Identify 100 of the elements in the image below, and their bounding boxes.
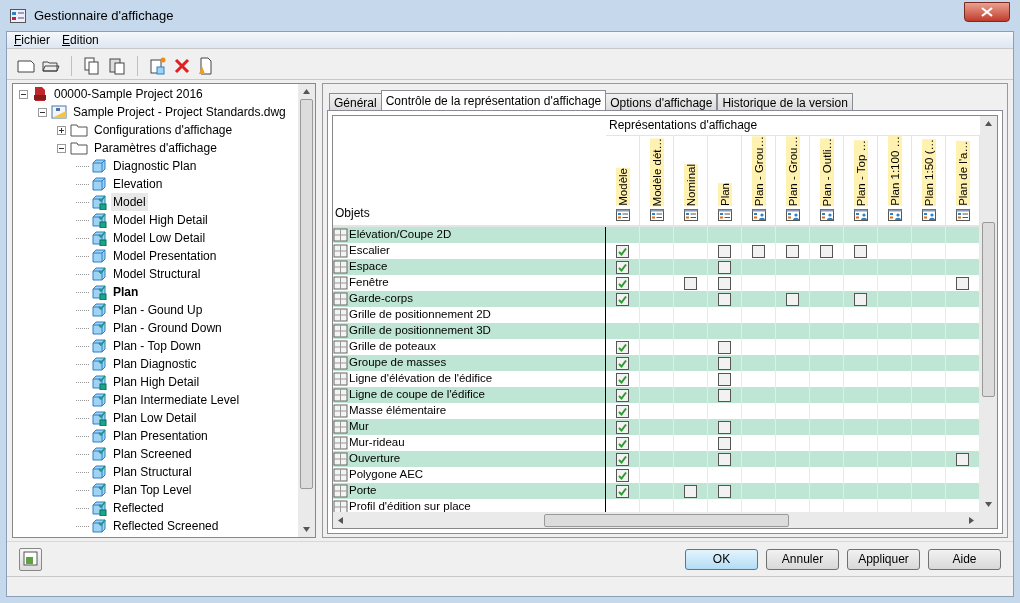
checkbox[interactable]: [718, 340, 731, 354]
tree-item[interactable]: Model: [111, 193, 148, 211]
checkbox[interactable]: [616, 260, 629, 274]
checkbox[interactable]: [752, 244, 765, 258]
tree-item[interactable]: Reflected: [111, 499, 166, 517]
checkbox[interactable]: [616, 468, 629, 482]
tab[interactable]: Historique de la version: [717, 93, 853, 110]
scroll-right-arrow-icon[interactable]: [968, 516, 975, 524]
checkbox[interactable]: [616, 388, 629, 402]
tree-item[interactable]: Configurations d'affichage: [92, 121, 235, 139]
folder-icon: [70, 141, 88, 155]
checkbox[interactable]: [616, 356, 629, 370]
representation-icon: [683, 209, 698, 221]
tree-item[interactable]: Paramètres d'affichage: [92, 139, 219, 157]
tree-item[interactable]: Plan Low Detail: [111, 409, 199, 427]
checkbox[interactable]: [786, 244, 799, 258]
tree-item[interactable]: 00000-Sample Project 2016: [52, 85, 205, 103]
checkbox[interactable]: [616, 292, 629, 306]
expand-toggle[interactable]: [57, 125, 66, 135]
dialog-button[interactable]: OK: [685, 548, 758, 570]
vertical-scrollbar[interactable]: [298, 84, 315, 537]
cube-check-icon: [91, 212, 107, 228]
checkbox[interactable]: [718, 436, 731, 450]
tree-item[interactable]: Reflected Screened: [111, 517, 221, 535]
copy-icon[interactable]: [83, 56, 101, 75]
tab[interactable]: Options d'affichage: [605, 93, 718, 110]
tree-item[interactable]: Model Presentation: [111, 247, 219, 265]
checkbox[interactable]: [718, 388, 731, 402]
scroll-down-arrow-icon[interactable]: [985, 501, 992, 508]
checkbox[interactable]: [956, 452, 969, 466]
menu-item[interactable]: Fichier: [14, 31, 51, 49]
cube-check-icon: [91, 446, 107, 462]
collapse-toggle[interactable]: [19, 89, 28, 99]
checkbox[interactable]: [616, 484, 629, 498]
scroll-up-arrow-icon[interactable]: [985, 120, 992, 127]
tree-item[interactable]: Plan Screened: [111, 445, 194, 463]
tree-item[interactable]: Plan Diagnostic: [111, 355, 199, 373]
checkbox[interactable]: [616, 452, 629, 466]
cube-check-icon: [91, 500, 107, 516]
checkbox[interactable]: [718, 372, 731, 386]
checkbox[interactable]: [718, 420, 731, 434]
checkbox[interactable]: [616, 436, 629, 450]
checkbox[interactable]: [786, 292, 799, 306]
dialog-button[interactable]: Aide: [928, 548, 1001, 570]
checkbox[interactable]: [616, 372, 629, 386]
purge-icon[interactable]: [197, 56, 213, 75]
collapse-toggle[interactable]: [57, 143, 66, 153]
tab[interactable]: Contrôle de la représentation d'affichage: [380, 90, 607, 110]
tree-item[interactable]: Model Structural: [111, 265, 203, 283]
vertical-scrollbar[interactable]: [980, 116, 997, 512]
delete-icon[interactable]: [174, 57, 190, 74]
checkbox[interactable]: [718, 244, 731, 258]
new-file-icon[interactable]: [17, 57, 35, 74]
collapse-toggle[interactable]: [38, 107, 47, 117]
menu-item[interactable]: Edition: [62, 31, 99, 49]
checkbox[interactable]: [854, 244, 867, 258]
tree-item[interactable]: Diagnostic Plan: [111, 157, 199, 175]
checkbox[interactable]: [718, 484, 731, 498]
tree-item[interactable]: Plan Presentation: [111, 427, 210, 445]
display-button[interactable]: [19, 547, 42, 571]
horizontal-scrollbar[interactable]: [333, 512, 997, 528]
checkbox[interactable]: [820, 244, 833, 258]
checkbox[interactable]: [718, 276, 731, 290]
tree-item[interactable]: Plan - Top Down: [111, 337, 203, 355]
scroll-up-arrow-icon[interactable]: [303, 88, 310, 95]
tree-item[interactable]: Plan Structural: [111, 463, 194, 481]
close-button[interactable]: [964, 1, 1010, 22]
checkbox[interactable]: [956, 276, 969, 290]
checkbox[interactable]: [718, 452, 731, 466]
tree-item[interactable]: Plan - Ground Down: [111, 319, 224, 337]
dialog-button[interactable]: Appliquer: [847, 548, 920, 570]
tree-item[interactable]: Elevation: [111, 175, 165, 193]
checkbox[interactable]: [616, 340, 629, 354]
tree-item[interactable]: Model High Detail: [111, 211, 210, 229]
tree-item[interactable]: Plan High Detail: [111, 373, 202, 391]
checkbox[interactable]: [718, 260, 731, 274]
tree-item[interactable]: Model Low Detail: [111, 229, 208, 247]
tree-item[interactable]: Sample Project - Project Standards.dwg: [71, 103, 288, 121]
new-item-icon[interactable]: [149, 56, 167, 75]
scroll-left-arrow-icon[interactable]: [337, 516, 344, 524]
folder-icon: [70, 123, 88, 137]
checkbox[interactable]: [616, 420, 629, 434]
column-heading: Plan - Grou…: [785, 135, 800, 206]
checkbox[interactable]: [684, 276, 697, 290]
cube-icon: [91, 176, 107, 192]
tree-item[interactable]: Plan: [111, 283, 141, 301]
tab[interactable]: Général: [329, 93, 382, 110]
checkbox[interactable]: [718, 292, 731, 306]
checkbox[interactable]: [616, 404, 629, 418]
tree-item[interactable]: Plan Intermediate Level: [111, 391, 242, 409]
dialog-button[interactable]: Annuler: [766, 548, 839, 570]
tree-item[interactable]: Plan Top Level: [111, 481, 194, 499]
checkbox[interactable]: [616, 244, 629, 258]
checkbox[interactable]: [854, 292, 867, 306]
checkbox[interactable]: [718, 356, 731, 370]
paste-icon[interactable]: [108, 56, 126, 75]
checkbox[interactable]: [616, 276, 629, 290]
tree-item[interactable]: Plan - Gound Up: [111, 301, 205, 319]
checkbox[interactable]: [684, 484, 697, 498]
scroll-down-arrow-icon[interactable]: [303, 526, 310, 533]
